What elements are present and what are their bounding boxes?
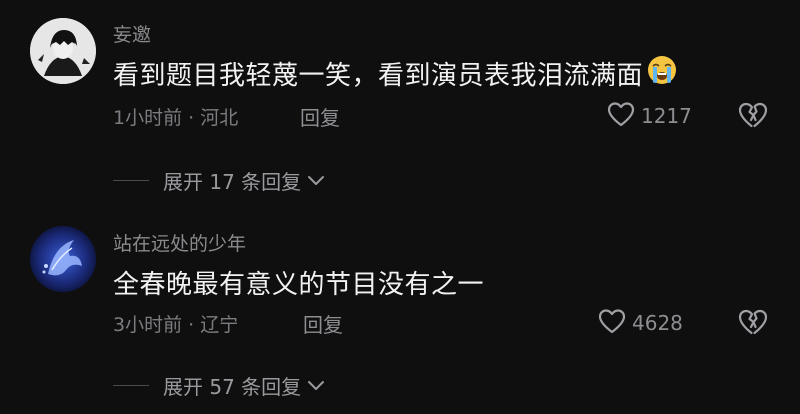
username[interactable]: 妄邀 [113, 20, 151, 47]
comment-text-body: 全春晚最有意义的节目没有之一 [113, 270, 485, 300]
chevron-down-icon [307, 171, 325, 190]
broken-heart-icon [738, 102, 768, 133]
avatar[interactable] [30, 226, 96, 292]
broken-heart-icon [738, 309, 768, 340]
like-count: 1217 [641, 104, 692, 128]
comment-meta: 1小时前 · 河北 [113, 107, 239, 129]
like-count: 4628 [632, 311, 683, 335]
chevron-down-icon [307, 376, 325, 395]
heart-outline-icon [598, 308, 626, 338]
reply-button[interactable]: 回复 [300, 102, 340, 131]
comment-meta: 3小时前 · 辽宁 [113, 314, 239, 336]
comment-text-body: 看到题目我轻蔑一笑，看到演员表我泪流满面 [113, 61, 644, 91]
expand-replies-label: 展开 17 条回复 [163, 170, 302, 194]
heart-outline-icon [607, 101, 635, 131]
comment-text: 全春晚最有意义的节目没有之一 [113, 264, 484, 301]
comment-text: 看到题目我轻蔑一笑，看到演员表我泪流满面 [113, 55, 677, 95]
like-button[interactable]: 4628 [598, 308, 683, 338]
dislike-button[interactable] [738, 101, 768, 133]
like-button[interactable]: 1217 [607, 101, 692, 131]
expand-replies-label: 展开 57 条回复 [163, 375, 302, 399]
username[interactable]: 站在远处的少年 [113, 229, 246, 256]
divider [113, 385, 149, 386]
expand-replies-button[interactable]: 展开 57 条回复 [113, 371, 325, 400]
loudly-crying-face-icon [647, 55, 677, 92]
avatar[interactable] [30, 18, 96, 84]
divider [113, 180, 149, 181]
reply-button[interactable]: 回复 [303, 309, 343, 338]
dislike-button[interactable] [738, 308, 768, 340]
expand-replies-button[interactable]: 展开 17 条回复 [113, 166, 325, 195]
comment-list: 妄邀 看到题目我轻蔑一笑，看到演员表我泪流满面 1小时前 · 河北 回复 121… [0, 0, 800, 414]
